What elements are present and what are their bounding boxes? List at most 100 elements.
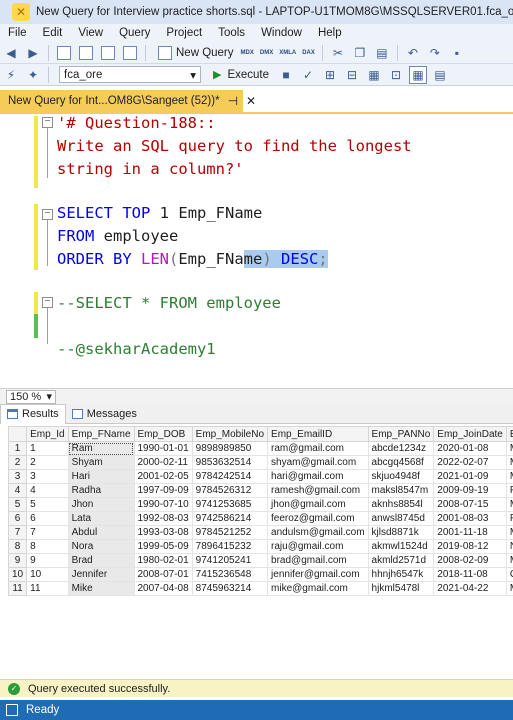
column-header[interactable]: Emp_EmailID — [267, 426, 369, 442]
table-row[interactable]: 6 6 Lata 1992-08-03 9742586214 feeroz@gmail.c… — [7, 511, 513, 526]
cut-icon[interactable]: ✂ — [329, 44, 347, 62]
table-row[interactable]: 7 7 Abdul 1993-03-08 9784521252 andulsm@gmail… — [7, 525, 513, 540]
row-number[interactable]: 3 — [7, 469, 28, 484]
table-cell[interactable]: Brad — [67, 553, 135, 568]
table-cell[interactable]: 8 — [26, 539, 69, 554]
menu-file[interactable]: File — [0, 27, 35, 39]
table-cell[interactable]: abcgq4568f — [367, 455, 435, 470]
table-cell[interactable]: hari@gmail.com — [267, 469, 369, 484]
extras-icon[interactable]: ▪ — [448, 44, 466, 62]
table-cell[interactable]: 1992-08-03 — [133, 511, 193, 526]
table-cell[interactable]: 2021-04-22 — [433, 581, 507, 596]
save-all-icon[interactable] — [121, 44, 139, 62]
row-number[interactable]: 10 — [7, 567, 28, 582]
table-cell[interactable]: 9898989850 — [191, 441, 269, 456]
table-cell[interactable]: Hari — [67, 469, 135, 484]
table-cell[interactable]: 10 — [26, 567, 69, 582]
menu-edit[interactable]: Edit — [35, 27, 71, 39]
table-cell[interactable]: mike@gmail.com — [267, 581, 369, 596]
query-editor-tab[interactable]: New Query for Int...OM8G\Sangeet (52))* … — [0, 90, 256, 112]
table-cell[interactable]: shyam@gmail.com — [267, 455, 369, 470]
table-cell[interactable]: Jennifer — [67, 567, 135, 582]
table-cell[interactable]: 8745963214 — [191, 581, 269, 596]
table-cell[interactable]: 1990-01-01 — [133, 441, 193, 456]
table-cell[interactable]: 5 — [26, 497, 69, 512]
table-cell[interactable]: 2007-04-08 — [133, 581, 193, 596]
table-cell[interactable]: F — [505, 483, 513, 498]
table-row[interactable]: 3 3 Hari 2001-02-05 9784242514 hari@gmail.com… — [7, 469, 513, 484]
table-cell[interactable]: jhon@gmail.com — [267, 497, 369, 512]
table-cell[interactable]: 2021-01-09 — [433, 469, 507, 484]
results-grid[interactable]: Emp_Id Emp_FName Emp_DOB Emp_MobileNo Em… — [0, 424, 513, 675]
table-cell[interactable]: Shyam — [67, 455, 135, 470]
table-cell[interactable]: 1993-03-08 — [133, 525, 193, 540]
table-cell[interactable]: F — [505, 511, 513, 526]
menu-query[interactable]: Query — [111, 27, 158, 39]
table-cell[interactable]: 2022-02-07 — [433, 455, 507, 470]
table-row[interactable]: 10 10 Jennifer 2008-07-01 7415236548 jennifer… — [7, 567, 513, 582]
table-cell[interactable]: 2001-08-03 — [433, 511, 507, 526]
menu-window[interactable]: Window — [253, 27, 310, 39]
table-cell[interactable]: 7415236548 — [191, 567, 269, 582]
forward-icon[interactable]: ▶ — [24, 44, 42, 62]
available-databases-select[interactable]: fca_ore ▾ — [59, 66, 201, 83]
table-cell[interactable]: O — [505, 567, 513, 582]
back-icon[interactable]: ◀ — [2, 44, 20, 62]
column-header[interactable]: Emp_JoinDate — [433, 426, 507, 442]
table-cell[interactable]: abcde1234z — [367, 441, 435, 456]
column-header[interactable]: Emp_PANNo — [367, 426, 435, 442]
table-cell[interactable]: brad@gmail.com — [267, 553, 369, 568]
query-options-icon[interactable]: ⊟ — [343, 66, 361, 84]
table-row[interactable]: 4 4 Radha 1997-09-09 9784526312 ramesh@gmail.… — [7, 483, 513, 498]
table-cell[interactable]: kjlsd8871k — [367, 525, 435, 540]
row-number[interactable]: 6 — [7, 511, 28, 526]
table-cell[interactable]: 1 — [26, 441, 69, 456]
table-cell[interactable]: M — [505, 455, 513, 470]
tab-messages[interactable]: Messages — [66, 404, 143, 424]
connect-icon[interactable]: ⚡ — [2, 66, 20, 84]
results-to-grid-icon[interactable]: ▦ — [409, 65, 428, 84]
table-cell[interactable]: akmld2571d — [367, 553, 435, 568]
row-number[interactable]: 8 — [7, 539, 28, 554]
table-cell[interactable]: hjkml5478l — [367, 581, 435, 596]
table-cell[interactable]: akmwl1524d — [367, 539, 435, 554]
table-cell[interactable]: Mike — [67, 581, 135, 596]
table-cell[interactable]: anwsl8745d — [367, 511, 435, 526]
parse-icon[interactable]: ✓ — [299, 66, 317, 84]
save-icon[interactable] — [99, 44, 117, 62]
table-cell[interactable]: 9853632514 — [191, 455, 269, 470]
table-cell[interactable]: 2 — [26, 455, 69, 470]
dax-query-button[interactable]: DAX — [302, 50, 315, 56]
table-cell[interactable]: 9741205241 — [191, 553, 269, 568]
row-number[interactable]: 9 — [7, 553, 28, 568]
table-cell[interactable]: M — [505, 581, 513, 596]
table-cell[interactable]: 2001-02-05 — [133, 469, 193, 484]
dmx-query-button[interactable]: DMX — [260, 50, 273, 56]
table-cell[interactable]: 9 — [26, 553, 69, 568]
table-cell[interactable]: 2020-01-08 — [433, 441, 507, 456]
table-cell[interactable]: ramesh@gmail.com — [267, 483, 369, 498]
table-cell[interactable]: 1990-07-10 — [133, 497, 193, 512]
table-cell[interactable]: 9741253685 — [191, 497, 269, 512]
collapse-region-icon[interactable]: − — [42, 117, 53, 128]
table-cell[interactable]: 2019-08-12 — [433, 539, 507, 554]
table-cell[interactable]: 9742586214 — [191, 511, 269, 526]
tab-results[interactable]: Results — [0, 403, 66, 424]
table-cell[interactable]: M — [505, 525, 513, 540]
column-header[interactable]: Emp_MobileNo — [191, 426, 269, 442]
row-number[interactable]: 11 — [7, 581, 28, 596]
query-editor[interactable]: − − − '# Question-188:: Write an SQL que… — [0, 114, 513, 388]
table-row[interactable]: 2 2 Shyam 2000-02-11 9853632514 shyam@gmail.c… — [7, 455, 513, 470]
include-plan-icon[interactable]: ⊡ — [387, 66, 405, 84]
table-cell[interactable]: 2008-07-01 — [133, 567, 193, 582]
table-row[interactable]: 1 1 Ram 1990-01-01 9898989850 ram@gmail.com ab… — [7, 441, 513, 456]
table-cell[interactable]: M — [505, 553, 513, 568]
table-cell[interactable]: jennifer@gmail.com — [267, 567, 369, 582]
table-cell[interactable]: Jhon — [67, 497, 135, 512]
column-header[interactable]: Emp_FName — [67, 426, 135, 442]
table-cell[interactable]: hhnjh6547k — [367, 567, 435, 582]
column-header[interactable]: Emp_Id — [26, 426, 69, 442]
table-cell[interactable]: 2009-09-19 — [433, 483, 507, 498]
results-to-file-icon[interactable]: ▤ — [431, 66, 449, 84]
table-cell[interactable]: maksl8547m — [367, 483, 435, 498]
